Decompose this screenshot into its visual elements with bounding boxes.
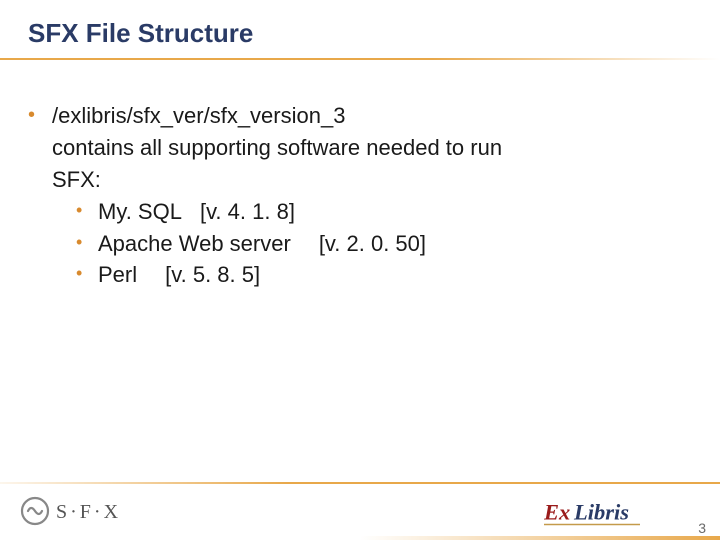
slide-content: • /exlibris/sfx_ver/sfx_version_3 contai… (28, 100, 680, 291)
sub-item-text: My. SQL [v. 4. 1. 8] (98, 196, 680, 228)
description-line-2: SFX: (52, 164, 680, 196)
description-line-1: contains all supporting software needed … (52, 132, 680, 164)
title-underline (0, 58, 720, 60)
main-path: /exlibris/sfx_ver/sfx_version_3 (52, 100, 680, 132)
svg-text:Ex: Ex (544, 499, 570, 524)
software-name: Apache Web server (98, 231, 291, 256)
slide: SFX File Structure • /exlibris/sfx_ver/s… (0, 0, 720, 540)
sub-item-text: Perl [v. 5. 8. 5] (98, 259, 680, 291)
bullet-item-main: • /exlibris/sfx_ver/sfx_version_3 (28, 100, 680, 132)
bullet-icon: • (76, 228, 98, 257)
svg-text:Libris: Libris (573, 499, 629, 524)
footer-divider (0, 482, 720, 484)
bullet-icon: • (76, 259, 98, 288)
sub-item-mysql: • My. SQL [v. 4. 1. 8] (76, 196, 680, 228)
sub-item-perl: • Perl [v. 5. 8. 5] (76, 259, 680, 291)
sub-item-apache: • Apache Web server [v. 2. 0. 50] (76, 228, 680, 260)
slide-footer: S·F·X Ex Libris 3 (0, 482, 720, 540)
page-number: 3 (698, 520, 706, 536)
sfx-logo-icon: S·F·X (18, 494, 138, 528)
software-version: [v. 4. 1. 8] (200, 199, 295, 224)
software-version: [v. 5. 8. 5] (165, 262, 260, 287)
sub-item-text: Apache Web server [v. 2. 0. 50] (98, 228, 680, 260)
exlibris-logo-icon: Ex Libris (544, 494, 664, 534)
software-version: [v. 2. 0. 50] (319, 231, 426, 256)
bottom-accent-bar (0, 536, 720, 540)
bullet-icon: • (28, 100, 52, 131)
software-name: Perl (98, 262, 137, 287)
slide-title: SFX File Structure (28, 18, 253, 49)
bullet-icon: • (76, 196, 98, 225)
software-name: My. SQL (98, 199, 182, 224)
svg-text:S·F·X: S·F·X (56, 501, 121, 523)
